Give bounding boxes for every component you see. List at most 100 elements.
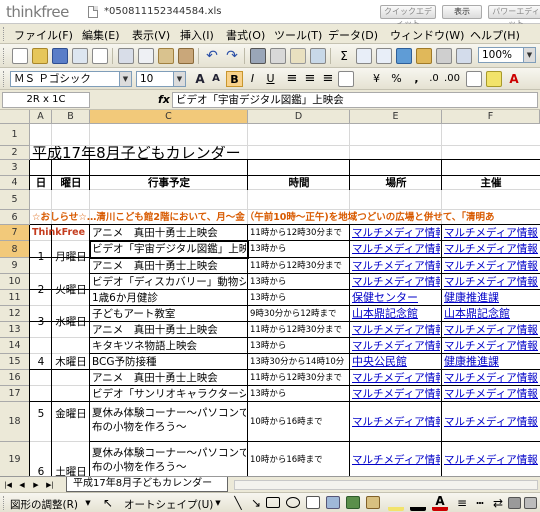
menu-file[interactable]: ファイル(F): [14, 27, 73, 43]
select-objects-icon[interactable]: ↖: [100, 495, 116, 511]
day-cell[interactable]: 1: [30, 241, 52, 274]
row-header[interactable]: 19: [0, 442, 30, 476]
horizontal-scrollbar[interactable]: [234, 480, 538, 490]
sheet-tab[interactable]: 平成17年8月子どもカレンダー: [66, 477, 228, 492]
time-cell[interactable]: 11時から12時30分まで: [250, 370, 348, 386]
place-cell[interactable]: マルチメディア情報セン: [352, 370, 440, 386]
row-header[interactable]: 11: [0, 290, 30, 306]
sort-descending-icon[interactable]: [376, 48, 392, 64]
weekday-cell[interactable]: 月曜日: [52, 241, 90, 274]
time-cell[interactable]: 13時から: [250, 274, 348, 290]
save-icon[interactable]: [52, 48, 68, 64]
oval-tool-icon[interactable]: [286, 497, 300, 508]
borders-icon[interactable]: [466, 71, 482, 87]
time-cell[interactable]: 11時から12時30分まで: [250, 322, 348, 338]
new-file-icon[interactable]: [12, 48, 28, 64]
day-cell[interactable]: 3: [30, 306, 52, 338]
copy-icon[interactable]: [138, 48, 154, 64]
name-box[interactable]: 2R x 1C: [2, 92, 90, 108]
place-cell[interactable]: 保健センター: [352, 290, 440, 306]
host-cell[interactable]: マルチメディア情報セン: [444, 370, 538, 386]
percent-button[interactable]: %: [388, 71, 405, 87]
dash-style-icon[interactable]: ┅: [472, 495, 488, 511]
place-cell[interactable]: マルチメディア情報セン: [352, 274, 440, 290]
day-cell[interactable]: 4: [30, 338, 52, 386]
menu-view[interactable]: 表示(V): [132, 27, 170, 43]
menu-window[interactable]: ウィンドウ(W): [390, 27, 464, 43]
notice-text[interactable]: ☆おしらせ☆…清川こども館2階において、月～金（午前10時～正午)を地域つどいの…: [32, 210, 540, 225]
menu-insert[interactable]: 挿入(I): [180, 27, 214, 43]
increase-decimal-icon[interactable]: .0: [426, 71, 442, 87]
last-sheet-icon[interactable]: ▶|: [44, 479, 56, 491]
align-left-icon[interactable]: ≡: [284, 71, 300, 87]
event-cell[interactable]: ビデオ「ディスカバリー」動物シリーズ: [92, 274, 246, 290]
drawing-icon[interactable]: [456, 48, 472, 64]
chevron-down-icon[interactable]: ▼: [212, 497, 224, 509]
chevron-down-icon[interactable]: ▼: [120, 71, 132, 87]
find-icon[interactable]: [250, 48, 266, 64]
3d-icon[interactable]: [524, 497, 537, 509]
row-header[interactable]: 4: [0, 176, 30, 190]
merge-cells-icon[interactable]: [338, 71, 354, 87]
row-header[interactable]: 12: [0, 306, 30, 322]
autoshape-menu[interactable]: オートシェイプ(U): [124, 497, 213, 512]
event-cell[interactable]: アニメ 真田十勇士上映会: [92, 370, 246, 386]
textbox-tool-icon[interactable]: [306, 496, 320, 509]
column-header-c[interactable]: C: [90, 110, 248, 124]
decrease-decimal-icon[interactable]: .00: [444, 71, 460, 87]
time-cell[interactable]: 13時から: [250, 338, 348, 354]
formula-input[interactable]: ビデオ「宇宙デジタル図鑑」上映会: [172, 92, 538, 108]
row-header[interactable]: 9: [0, 258, 30, 274]
arrow-style-icon[interactable]: ⇄: [490, 495, 506, 511]
host-cell[interactable]: マルチメディア情報セン: [444, 442, 538, 476]
insert-picture-icon[interactable]: [366, 496, 380, 509]
host-cell[interactable]: マルチメディア情報セン: [444, 225, 538, 241]
function-icon[interactable]: fx: [158, 93, 170, 106]
prev-sheet-icon[interactable]: ◀: [16, 479, 28, 491]
time-cell[interactable]: 11時から12時30分まで: [250, 258, 348, 274]
host-cell[interactable]: 健康推進課: [444, 354, 538, 370]
event-cell[interactable]: BCG予防接種: [92, 354, 246, 370]
spellcheck-icon[interactable]: [290, 48, 306, 64]
grow-font-icon[interactable]: A: [192, 71, 208, 87]
header-time[interactable]: 時間: [250, 176, 348, 190]
header-weekday[interactable]: 曜日: [54, 176, 88, 190]
font-color-icon[interactable]: A: [432, 495, 448, 511]
event-cell[interactable]: 夏休み体験コーナー～パソコンで: [92, 446, 246, 460]
menu-tools[interactable]: ツール(T): [274, 27, 322, 43]
host-cell[interactable]: マルチメディア情報セン: [444, 241, 538, 258]
host-cell[interactable]: マルチメディア情報セン: [444, 338, 538, 354]
time-cell[interactable]: 10時から16時まで: [250, 442, 348, 476]
place-cell[interactable]: 山本鼎記念館: [352, 306, 440, 322]
place-cell[interactable]: マルチメディア情報セン: [352, 258, 440, 274]
header-day[interactable]: 日: [32, 176, 50, 190]
zoom-select[interactable]: 100%: [478, 47, 524, 63]
event-cell[interactable]: アニメ 真田十勇士上映会: [92, 225, 246, 241]
image-icon[interactable]: [416, 48, 432, 64]
wordart-icon[interactable]: [326, 496, 340, 509]
place-cell[interactable]: マルチメディア情報セン: [352, 386, 440, 402]
print-icon[interactable]: [72, 48, 88, 64]
row-header[interactable]: 2: [0, 146, 30, 160]
time-cell[interactable]: 13時から: [250, 241, 348, 258]
time-cell[interactable]: 13時から: [250, 386, 348, 402]
shadow-icon[interactable]: [508, 497, 521, 509]
row-header[interactable]: 15: [0, 354, 30, 370]
spreadsheet-grid[interactable]: A B C D E F 1 2 3 4 5 6 7 8 9 10 11 12 13 14 15 16 17 18 1…: [0, 110, 540, 476]
replace-icon[interactable]: [270, 48, 286, 64]
font-color-icon[interactable]: A: [506, 71, 522, 87]
undo-icon[interactable]: ↶: [204, 48, 220, 64]
line-style-icon[interactable]: ≡: [454, 495, 470, 511]
column-header-a[interactable]: A: [30, 110, 52, 124]
shapes-adjust-menu[interactable]: 図形の調整(R): [10, 497, 78, 512]
header-event[interactable]: 行事予定: [92, 176, 246, 190]
arrow-tool-icon[interactable]: ↘: [248, 495, 264, 511]
event-cell[interactable]: ビデオ「サンリオキャラクターシリーズ」: [92, 386, 246, 402]
place-cell[interactable]: マルチメディア情報セン: [352, 241, 440, 258]
cut-icon[interactable]: [118, 48, 134, 64]
row-header[interactable]: 8: [0, 241, 30, 258]
sort-ascending-icon[interactable]: [356, 48, 372, 64]
clipart-icon[interactable]: [346, 496, 360, 509]
open-folder-icon[interactable]: [32, 48, 48, 64]
day-cell[interactable]: 5: [30, 386, 52, 442]
